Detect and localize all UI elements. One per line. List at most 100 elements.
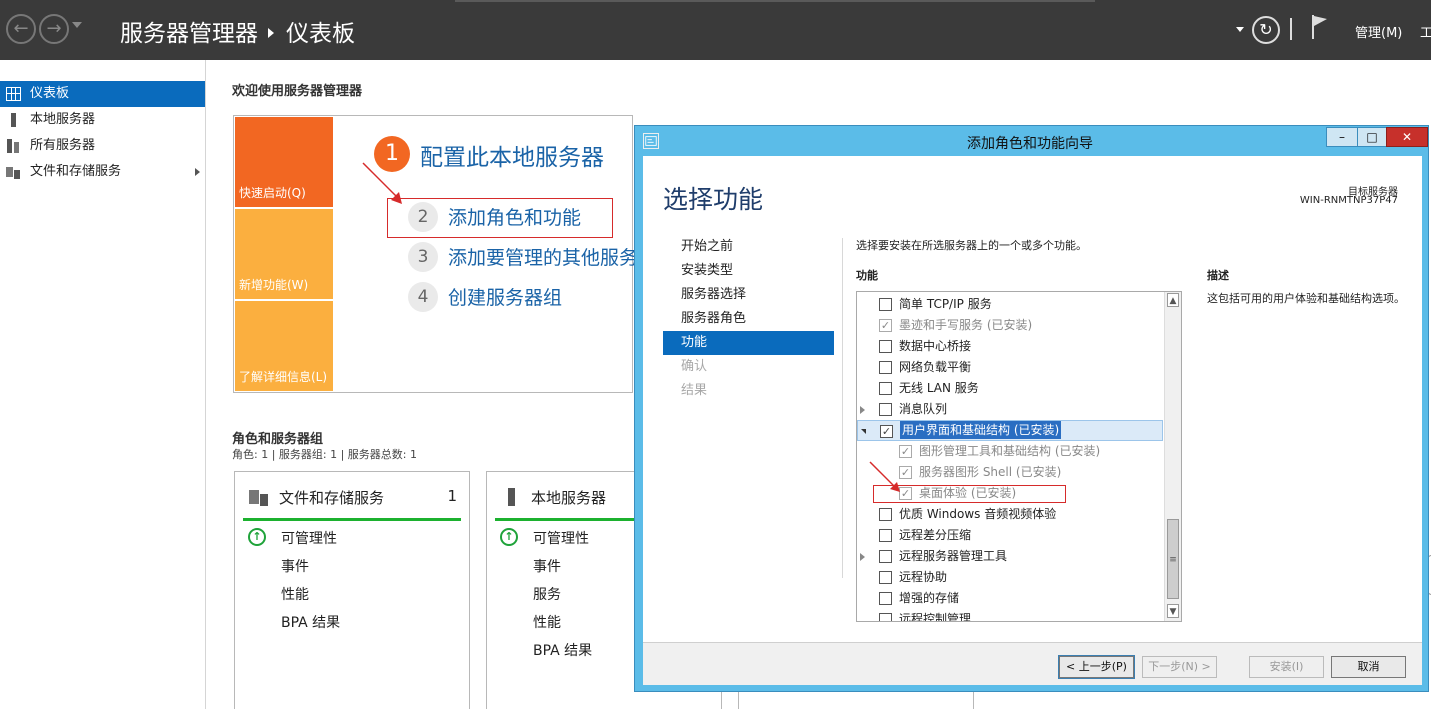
breadcrumb-dropdown-icon[interactable]	[1236, 27, 1244, 32]
feature-row[interactable]: 增强的存储	[857, 588, 1163, 609]
back-icon[interactable]: ←	[6, 14, 36, 44]
tile-quick-start[interactable]: 快速启动(Q)	[235, 117, 333, 207]
step-label: 配置此本地服务器	[420, 145, 604, 171]
next-button[interactable]: 下一步(N) >	[1142, 656, 1217, 678]
feature-row[interactable]: 优质 Windows 音频视频体验	[857, 504, 1163, 525]
feature-row[interactable]: ✓ 用户界面和基础结构 (已安装)	[857, 420, 1163, 441]
refresh-icon[interactable]: ↻	[1252, 16, 1280, 44]
features-scrollbar[interactable]: ▲ ≡ ▼	[1164, 292, 1181, 621]
close-button[interactable]: ✕	[1386, 127, 1428, 147]
features-tree[interactable]: 远程控制管理 增强的存储 远程协助 远程服务器管理工具 远程差分压缩 优质 Windows…	[856, 291, 1182, 622]
dialog-title-bar[interactable]: 添加角色和功能向导 – □ ✕	[635, 126, 1428, 156]
feature-row[interactable]: 简单 TCP/IP 服务	[857, 294, 1163, 315]
breadcrumb-separator-icon	[268, 28, 274, 38]
wizard-step-installation-type[interactable]: 安装类型	[663, 259, 834, 283]
feature-row[interactable]: 远程差分压缩	[857, 525, 1163, 546]
welcome-heading: 欢迎使用服务器管理器	[232, 84, 363, 99]
feature-label: 网络负载平衡	[899, 360, 972, 374]
history-dropdown-icon[interactable]	[72, 22, 82, 28]
feature-row[interactable]: 远程协助	[857, 567, 1163, 588]
feature-checkbox[interactable]	[879, 613, 892, 621]
annotation-arrow-icon	[869, 461, 900, 492]
nav-item-dashboard[interactable]: 仪表板	[0, 81, 205, 107]
expand-arrow-icon[interactable]	[195, 168, 200, 176]
feature-row[interactable]: 数据中心桥接	[857, 336, 1163, 357]
scroll-up-icon[interactable]: ▲	[1167, 293, 1179, 307]
card-row-services[interactable]: 服务	[533, 584, 561, 604]
card-row-bpa[interactable]: BPA 结果	[533, 640, 592, 660]
annotation-arrow-icon	[362, 162, 402, 204]
annotation-highlight-box	[387, 198, 613, 238]
tools-menu[interactable]: 工	[1420, 22, 1431, 41]
nav-item-all-servers[interactable]: 所有服务器	[0, 133, 205, 159]
tile-learn-more[interactable]: 了解详细信息(L)	[235, 301, 333, 391]
previous-button[interactable]: < 上一步(P)	[1058, 655, 1135, 679]
card-row-events[interactable]: 事件	[281, 556, 309, 576]
card-row-performance[interactable]: 性能	[533, 612, 561, 632]
features-header: 功能	[856, 269, 878, 282]
app-title: 服务器管理器	[120, 21, 258, 47]
step-add-servers[interactable]: 3 添加要管理的其他服务器	[408, 242, 657, 272]
server-icon	[11, 113, 16, 127]
feature-checkbox[interactable]: ✓	[880, 425, 893, 438]
feature-checkbox[interactable]	[879, 529, 892, 542]
feature-checkbox[interactable]	[879, 340, 892, 353]
feature-row[interactable]: 网络负载平衡	[857, 357, 1163, 378]
card-row-manageability[interactable]: 可管理性	[533, 528, 589, 548]
minimize-button[interactable]: –	[1326, 127, 1358, 147]
feature-checkbox[interactable]	[879, 298, 892, 311]
dialog-title: 添加角色和功能向导	[967, 136, 1093, 152]
feature-row[interactable]: 远程控制管理	[857, 609, 1163, 621]
wizard-step-confirmation: 确认	[681, 359, 708, 374]
feature-checkbox[interactable]	[879, 382, 892, 395]
notifications-flag-icon[interactable]	[1310, 14, 1330, 40]
card-file-storage[interactable]: 文件和存储服务 1 ↑ 可管理性 事件 性能 BPA 结果	[234, 471, 470, 709]
top-strip	[455, 0, 1095, 2]
tile-whats-new[interactable]: 新增功能(W)	[235, 209, 333, 299]
scroll-down-icon[interactable]: ▼	[1167, 604, 1179, 618]
cancel-button[interactable]: 取消	[1331, 656, 1406, 678]
card-row-events[interactable]: 事件	[533, 556, 561, 576]
feature-row[interactable]: 无线 LAN 服务	[857, 378, 1163, 399]
nav-item-local-server[interactable]: 本地服务器	[0, 107, 205, 133]
feature-checkbox: ✓	[879, 319, 892, 332]
install-button[interactable]: 安装(I)	[1249, 656, 1324, 678]
nav-item-label: 文件和存储服务	[30, 164, 122, 179]
step-create-server-group[interactable]: 4 创建服务器组	[408, 282, 648, 312]
card-row-performance[interactable]: 性能	[281, 584, 309, 604]
expand-arrow-icon[interactable]	[860, 406, 865, 414]
feature-checkbox[interactable]	[879, 508, 892, 521]
feature-checkbox[interactable]	[879, 403, 892, 416]
servers-icon	[7, 139, 19, 153]
roles-groups-title: 角色和服务器组	[232, 432, 324, 447]
card-row-bpa[interactable]: BPA 结果	[281, 612, 340, 632]
scroll-thumb[interactable]: ≡	[1167, 519, 1179, 599]
nav-item-file-storage[interactable]: 文件和存储服务	[0, 159, 205, 185]
title-bar: ← → 服务器管理器 仪表板 ↻ 管理(M) 工	[0, 0, 1431, 60]
nav-item-label: 本地服务器	[30, 112, 96, 127]
feature-row[interactable]: ✓ 图形管理工具和基础结构 (已安装)	[857, 441, 1163, 462]
feature-label: 远程协助	[899, 570, 948, 584]
wizard-step-features[interactable]: 功能	[663, 331, 834, 355]
forward-icon[interactable]: →	[39, 14, 69, 44]
feature-checkbox: ✓	[899, 445, 912, 458]
dashboard-icon	[6, 87, 21, 101]
wizard-step-server-selection[interactable]: 服务器选择	[663, 283, 834, 307]
maximize-button[interactable]: □	[1357, 127, 1387, 147]
wizard-step-server-roles[interactable]: 服务器角色	[663, 307, 834, 331]
feature-checkbox[interactable]	[879, 592, 892, 605]
expand-arrow-icon[interactable]	[860, 553, 865, 561]
feature-label: 无线 LAN 服务	[899, 381, 979, 395]
collapse-arrow-icon[interactable]	[861, 429, 866, 434]
feature-checkbox[interactable]	[879, 550, 892, 563]
card-row-manageability[interactable]: 可管理性	[281, 528, 337, 548]
feature-row[interactable]: 远程服务器管理工具	[857, 546, 1163, 567]
feature-row[interactable]: ✓ 墨迹和手写服务 (已安装)	[857, 315, 1163, 336]
wizard-icon	[643, 133, 659, 149]
feature-row[interactable]: 消息队列	[857, 399, 1163, 420]
wizard-step-before-you-begin[interactable]: 开始之前	[663, 235, 834, 259]
feature-checkbox[interactable]	[879, 361, 892, 374]
manage-menu[interactable]: 管理(M)	[1355, 22, 1402, 41]
feature-label: 消息队列	[899, 402, 948, 416]
feature-checkbox[interactable]	[879, 571, 892, 584]
